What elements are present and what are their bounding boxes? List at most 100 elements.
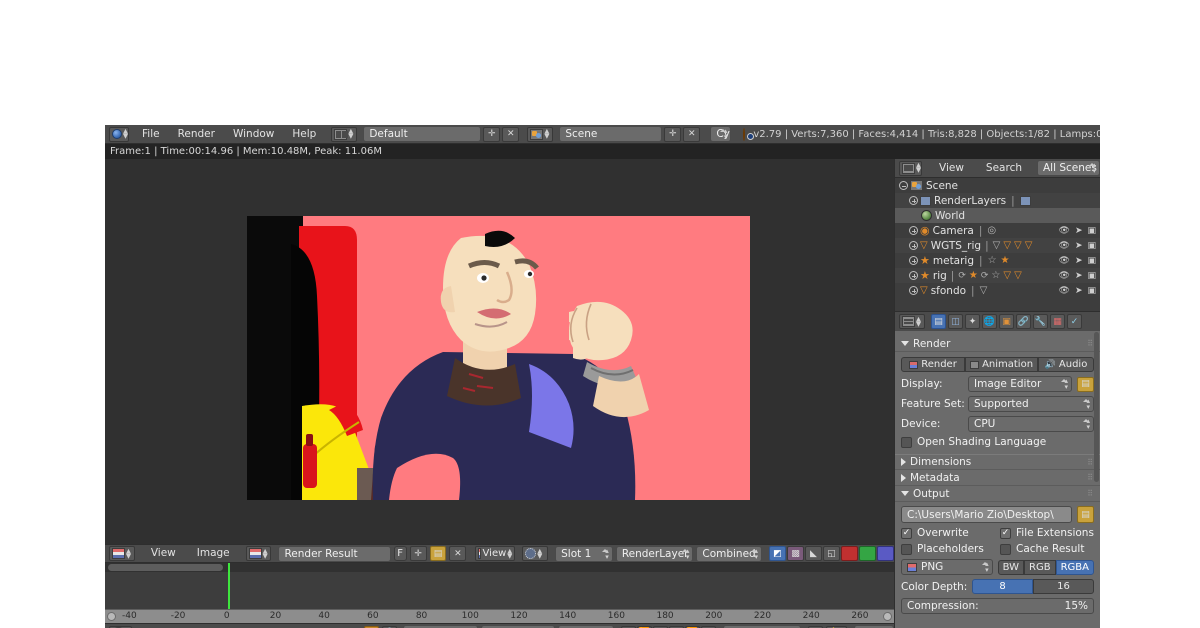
render-pass-selector[interactable]: Combined ▴ ▾	[696, 545, 762, 562]
physics-tab[interactable]: ✓	[1067, 314, 1082, 329]
feature-set-selector[interactable]: Supported ▴ ▾	[968, 396, 1094, 412]
add-screen-layout-button[interactable]: ✛	[483, 126, 501, 142]
output-panel-header[interactable]: Output ⠿	[895, 486, 1100, 502]
modifiers-tab[interactable]: 🔧	[1033, 314, 1048, 329]
delete-scene-button[interactable]: ✕	[683, 126, 701, 142]
restrict-select-icon[interactable]: ➤	[1075, 256, 1083, 266]
editor-type-selector-image[interactable]: ▲ ▼	[109, 546, 135, 561]
new-image-button[interactable]: ✛	[409, 546, 427, 561]
open-shading-language-checkbox[interactable]	[901, 436, 912, 448]
scene-name-field[interactable]: Scene	[559, 126, 663, 142]
restrict-view-icon[interactable]: 👁	[1059, 241, 1070, 251]
properties-area[interactable]: ▲ ▼ ▤ ◫ ✦ 🌐 ▣ 🔗 🔧 ▦ ✓ Render ⠿ Render An…	[894, 311, 1100, 628]
color-mode-bw-button[interactable]: BW	[997, 559, 1025, 575]
editor-type-selector-properties[interactable]: ▲ ▼	[899, 314, 925, 329]
outliner-menu-view[interactable]: View	[930, 160, 973, 177]
scrollbar-thumb[interactable]	[108, 564, 223, 571]
restrict-select-icon[interactable]: ➤	[1075, 286, 1083, 296]
restrict-view-icon[interactable]: 👁	[1059, 256, 1070, 266]
expander-plus-icon[interactable]	[909, 241, 918, 250]
folder-icon[interactable]: ▤	[1077, 506, 1094, 523]
menu-file[interactable]: File	[133, 126, 169, 143]
metadata-panel-header[interactable]: Metadata ⠿	[895, 470, 1100, 486]
green-channel-button[interactable]	[859, 546, 876, 561]
ruler-right-handle[interactable]	[883, 612, 892, 621]
timeline-track-area[interactable]	[105, 563, 894, 609]
outliner-row-sfondo[interactable]: ▽ sfondo | ▽ 👁 ➤ ▣	[895, 283, 1100, 298]
restrict-view-icon[interactable]: 👁	[1059, 286, 1070, 296]
menu-render[interactable]: Render	[169, 126, 224, 143]
editor-type-selector-outliner[interactable]: ▲ ▼	[899, 160, 922, 176]
outliner-area[interactable]: ▲ ▼ View Search All Scenes ▴ ▾ Scene Rende…	[894, 159, 1100, 311]
expander-plus-icon[interactable]	[909, 196, 918, 205]
outliner-row-scene[interactable]: Scene	[895, 178, 1100, 193]
image-datablock-name[interactable]: Render Result	[278, 545, 391, 562]
outliner-row-world[interactable]: World	[895, 208, 1100, 223]
restrict-render-icon[interactable]: ▣	[1087, 271, 1096, 281]
restrict-render-icon[interactable]: ▣	[1087, 286, 1096, 296]
display-mode-selector[interactable]: Image Editor ▴ ▾	[968, 376, 1072, 392]
object-tab[interactable]: ▣	[999, 314, 1014, 329]
screen-layout-browse-button[interactable]: ▲ ▼	[331, 126, 358, 142]
expander-minus-icon[interactable]	[899, 181, 908, 190]
renderlayers-tab[interactable]: ◫	[948, 314, 963, 329]
timeline-menu-frame[interactable]: Frame	[242, 625, 293, 628]
scrollbar-thumb[interactable]	[1094, 332, 1099, 482]
compression-slider[interactable]: Compression: 15%	[901, 598, 1094, 614]
cache-result-checkbox[interactable]	[1000, 543, 1011, 555]
screen-layout-name[interactable]: Default	[363, 126, 482, 142]
timeline-area[interactable]: -40 -20 0 20 40 60 80 100 120 140 160 180 200 220 240 2…	[105, 563, 894, 628]
scene-tab[interactable]: ✦	[965, 314, 980, 329]
properties-scrollbar[interactable]	[1094, 332, 1099, 622]
open-image-button[interactable]: ▤	[429, 546, 447, 561]
delete-screen-layout-button[interactable]: ✕	[502, 126, 520, 142]
timeline-menu-view[interactable]: View	[139, 625, 182, 628]
constraints-tab[interactable]: 🔗	[1016, 314, 1031, 329]
restrict-render-icon[interactable]: ▣	[1087, 226, 1096, 236]
world-tab[interactable]: 🌐	[982, 314, 997, 329]
timeline-ruler[interactable]: -40 -20 0 20 40 60 80 100 120 140 160 180 200 220 240 2…	[105, 609, 894, 623]
render-animation-button[interactable]: Animation	[965, 357, 1039, 372]
image-menu-image[interactable]: Image	[188, 545, 239, 562]
expander-plus-icon[interactable]	[909, 226, 918, 235]
outliner-row-wgts-rig[interactable]: ▽ WGTS_rig | ▽ ▽ ▽ ▽ 👁 ➤ ▣	[895, 238, 1100, 253]
render-engine-selector[interactable]: Cycles Render ▴▾	[710, 126, 732, 142]
restrict-view-icon[interactable]: 👁	[1059, 226, 1070, 236]
outliner-row-renderlayers[interactable]: RenderLayers |	[895, 193, 1100, 208]
expander-plus-icon[interactable]	[909, 256, 918, 265]
image-view-mode-selector[interactable]: View ▲ ▼	[475, 546, 516, 561]
unlink-image-button[interactable]: ✕	[449, 546, 467, 561]
overwrite-checkbox[interactable]: ✓	[901, 527, 912, 539]
menu-help[interactable]: Help	[283, 126, 325, 143]
restrict-select-icon[interactable]: ➤	[1075, 241, 1083, 251]
image-browse-button[interactable]: ▲ ▼	[245, 546, 272, 561]
menu-window[interactable]: Window	[224, 126, 283, 143]
scene-browse-button[interactable]: ▲ ▼	[527, 126, 554, 142]
editor-type-selector-info[interactable]: ▲ ▼	[109, 126, 129, 142]
render-image-button[interactable]: Render	[901, 357, 966, 372]
render-result-canvas[interactable]	[247, 216, 750, 500]
timeline-horizontal-scrollbar[interactable]	[105, 563, 894, 572]
display-options-icon[interactable]: ▤	[1077, 376, 1094, 392]
blue-channel-button[interactable]	[877, 546, 894, 561]
render-panel-header[interactable]: Render ⠿	[895, 336, 1100, 352]
color-icon[interactable]: ▩	[787, 546, 804, 561]
outliner-tree[interactable]: Scene RenderLayers | World ◉ Camera | ◎	[895, 178, 1100, 298]
playhead-marker[interactable]	[228, 563, 231, 609]
image-editor-area[interactable]	[105, 159, 894, 544]
color-mode-rgba-button[interactable]: RGBA	[1055, 559, 1094, 575]
render-layer-selector[interactable]: RenderLayer ▴ ▾	[615, 545, 694, 562]
outliner-menu-search[interactable]: Search	[977, 160, 1031, 177]
outliner-display-mode[interactable]: All Scenes ▴ ▾	[1037, 160, 1100, 176]
timeline-menu-playback[interactable]: Playback	[296, 625, 361, 628]
restrict-select-icon[interactable]: ➤	[1075, 271, 1083, 281]
color-depth-16-button[interactable]: 16	[1033, 579, 1094, 594]
image-menu-view[interactable]: View	[142, 545, 185, 562]
outliner-row-camera[interactable]: ◉ Camera | ◎ 👁 ➤ ▣	[895, 223, 1100, 238]
ruler-left-handle[interactable]	[107, 612, 116, 621]
output-path-field[interactable]: C:\Users\Mario Zio\Desktop\	[901, 506, 1072, 523]
placeholders-checkbox[interactable]	[901, 543, 912, 555]
file-extensions-checkbox[interactable]: ✓	[1000, 527, 1011, 539]
color-depth-8-button[interactable]: 8	[972, 579, 1033, 594]
timeline-menu-marker[interactable]: Marker	[185, 625, 239, 628]
